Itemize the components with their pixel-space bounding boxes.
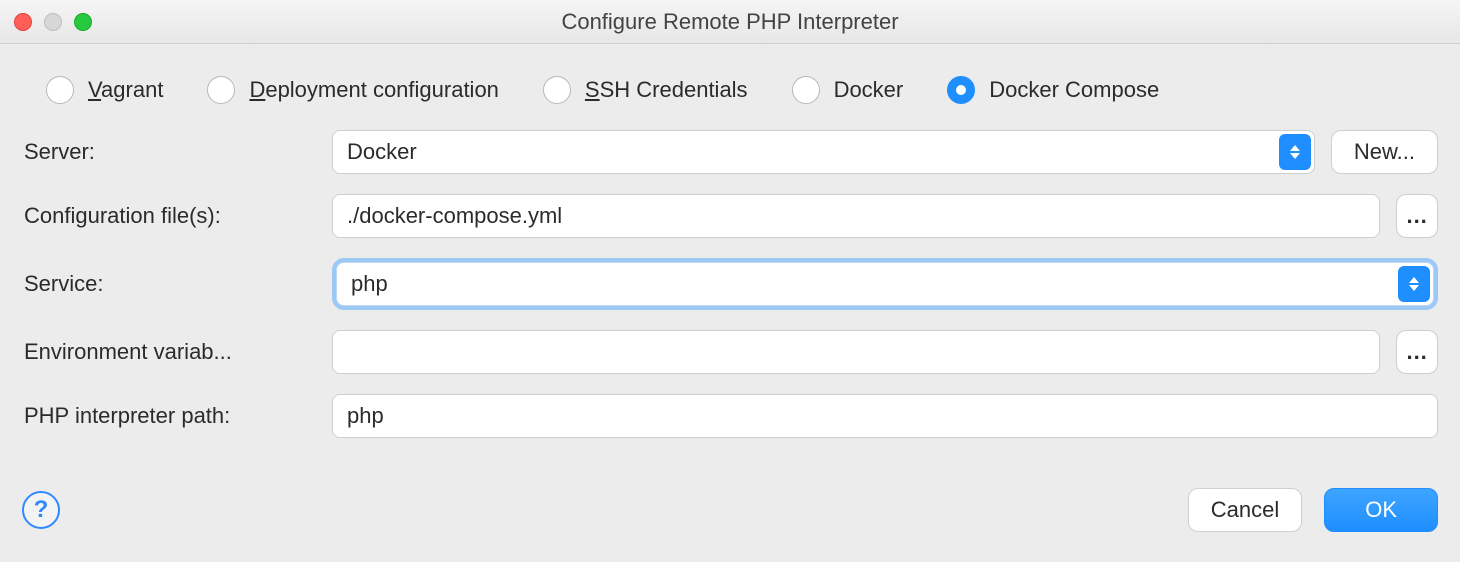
radio-icon xyxy=(46,76,74,104)
window-title: Configure Remote PHP Interpreter xyxy=(0,9,1460,35)
radio-label: Deployment configuration xyxy=(249,77,498,103)
cancel-button[interactable]: Cancel xyxy=(1188,488,1302,532)
interpreter-type-radios: Vagrant Deployment configuration SSH Cre… xyxy=(22,62,1438,130)
dialog-footer: ? Cancel OK xyxy=(0,448,1460,548)
radio-docker-compose[interactable]: Docker Compose xyxy=(947,76,1159,104)
radio-docker[interactable]: Docker xyxy=(792,76,904,104)
browse-config-files-button[interactable]: ... xyxy=(1396,194,1438,238)
form-grid: Server: Docker New... Configuration file… xyxy=(22,130,1438,438)
title-bar: Configure Remote PHP Interpreter xyxy=(0,0,1460,44)
php-path-value: php xyxy=(347,403,384,429)
service-select[interactable]: php xyxy=(336,262,1434,306)
help-button[interactable]: ? xyxy=(22,491,60,529)
radio-vagrant[interactable]: Vagrant xyxy=(46,76,163,104)
label-config-files: Configuration file(s): xyxy=(22,203,318,229)
radio-label: Vagrant xyxy=(88,77,163,103)
radio-label: SSH Credentials xyxy=(585,77,748,103)
ok-button[interactable]: OK xyxy=(1324,488,1438,532)
updown-icon xyxy=(1398,266,1430,302)
radio-label: Docker xyxy=(834,77,904,103)
radio-ssh-credentials[interactable]: SSH Credentials xyxy=(543,76,748,104)
server-select[interactable]: Docker xyxy=(332,130,1315,174)
label-env-vars: Environment variab... xyxy=(22,339,318,365)
new-server-button[interactable]: New... xyxy=(1331,130,1438,174)
server-select-value: Docker xyxy=(347,139,417,165)
label-service: Service: xyxy=(22,271,318,297)
service-select-value: php xyxy=(351,271,388,297)
env-vars-input[interactable] xyxy=(332,330,1380,374)
config-files-input[interactable]: ./docker-compose.yml xyxy=(332,194,1380,238)
radio-icon xyxy=(207,76,235,104)
dialog-content: Vagrant Deployment configuration SSH Cre… xyxy=(0,44,1460,448)
radio-label: Docker Compose xyxy=(989,77,1159,103)
radio-deployment-configuration[interactable]: Deployment configuration xyxy=(207,76,498,104)
browse-env-vars-button[interactable]: ... xyxy=(1396,330,1438,374)
php-path-input[interactable]: php xyxy=(332,394,1438,438)
radio-icon xyxy=(792,76,820,104)
updown-icon xyxy=(1279,134,1311,170)
radio-icon xyxy=(543,76,571,104)
radio-icon xyxy=(947,76,975,104)
label-php-path: PHP interpreter path: xyxy=(22,403,318,429)
config-files-value: ./docker-compose.yml xyxy=(347,203,562,229)
label-server: Server: xyxy=(22,139,318,165)
